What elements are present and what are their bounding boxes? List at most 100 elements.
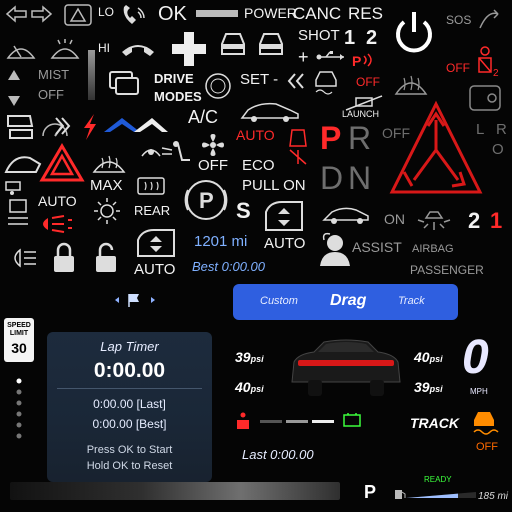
sun-icon (94, 198, 120, 224)
seatbelt-warning-icon: 2 (478, 46, 499, 79)
parking-sensor-off-icon: P (352, 53, 372, 69)
off-red-p-label: OFF (356, 75, 380, 89)
tire-rl-unit: psi (250, 384, 264, 394)
mist-label: MIST (38, 67, 70, 82)
auto-w2-label: AUTO (264, 235, 306, 252)
max-label: MAX (90, 177, 123, 194)
lap-title: Lap Timer (100, 339, 159, 354)
speed-limit-sign: SPEED LIMIT 30 (4, 318, 34, 362)
vehicle-front-2-icon (259, 33, 283, 55)
p-big-label: P (320, 120, 342, 156)
shift-lights-bar (260, 420, 334, 423)
track-label: TRACK (410, 415, 459, 431)
svg-text:P: P (352, 53, 361, 69)
stability-triangle-icon (389, 100, 483, 194)
power-button-icon[interactable] (392, 10, 436, 58)
speed-value: 0 (462, 331, 489, 384)
lap-timer-panel: Lap Timer 0:00.00 0:00.00 [Last] 0:00.00… (47, 332, 212, 482)
phone-icon (123, 5, 145, 24)
num-one: 1 (344, 27, 356, 49)
unlock-icon[interactable] (94, 242, 118, 274)
lap-last: 0:00.00 [Last] (93, 397, 166, 411)
tire-rl: 40psi (235, 380, 264, 394)
tire-fr: 40psi (414, 350, 443, 364)
tire-fr-value: 40 (414, 349, 430, 365)
drive-modes-label-2: MODES (154, 89, 202, 104)
bottom-light-bar (10, 482, 340, 500)
last-lap: Last 0:00.00 (242, 447, 314, 462)
svg-text:2: 2 (493, 68, 499, 79)
speed-limit-line1: SPEED (7, 322, 31, 329)
seat-airflow-icon (161, 141, 190, 161)
rear-defrost-icon (137, 177, 165, 195)
wiper-icon (6, 45, 36, 59)
chevron-right-double-icon (55, 117, 71, 135)
turn-signal-left-icon (5, 5, 27, 23)
seatbelt-off-icon (289, 129, 307, 165)
rear-label: REAR (134, 203, 171, 218)
traction-control-icon (473, 412, 499, 435)
chevron-right-icon[interactable] (149, 296, 157, 304)
mode-custom[interactable]: Custom (260, 295, 298, 307)
num-two: 2 (366, 27, 378, 49)
window-auto-icon[interactable] (134, 226, 178, 260)
lap-hint-start: Press OK to Start (86, 444, 173, 456)
off-sm-label: OFF (446, 61, 470, 75)
lap-best: 0:00.00 [Best] (92, 417, 167, 431)
page-dots-icon[interactable] (14, 378, 24, 440)
divider-bar (196, 10, 238, 17)
car-rear-icon (291, 339, 401, 396)
auto-w-label: AUTO (38, 193, 77, 209)
s-big-label: S (236, 198, 251, 223)
lap-time: 0:00.00 (93, 359, 166, 382)
sos-label: SOS (446, 13, 472, 27)
sos-arrow-icon (479, 9, 499, 29)
defrost-max-icon (92, 155, 126, 173)
eco-label: ECO (242, 157, 275, 174)
lock-icon[interactable] (52, 242, 76, 274)
hazard-warning-icon[interactable] (39, 143, 85, 182)
canc-label: CANC (293, 4, 342, 23)
d-big-label: D (320, 160, 344, 196)
window-up-down-icon[interactable] (262, 198, 306, 234)
tire-fl: 39psi (235, 350, 264, 364)
engine-start-icon[interactable] (204, 72, 232, 100)
airbag-label: AIRBAG (412, 243, 454, 255)
hang-up-icon (122, 45, 154, 56)
r-letter: R (496, 121, 507, 138)
tire-rr-unit: psi (429, 384, 443, 394)
car-side-icon (322, 207, 369, 224)
shot-label: SHOT (298, 27, 340, 44)
auto-w3-label: AUTO (134, 261, 176, 278)
chevron-left-icon[interactable] (113, 296, 121, 304)
range-bar (406, 492, 476, 498)
fan-airflow-icon (141, 149, 161, 157)
vehicle-front-icon (221, 33, 245, 55)
o-letter: O (492, 141, 504, 158)
res-label: RES (348, 4, 383, 23)
seatbelt-warning-small-icon (237, 412, 249, 429)
flag-icon (128, 294, 139, 307)
drive-mode-selector[interactable]: Custom Drag Track (233, 284, 458, 320)
plus-small: + (298, 47, 309, 67)
r-big-label: R (348, 120, 372, 156)
speed-limit-value: 30 (11, 340, 27, 356)
hi-label: HI (98, 41, 110, 55)
mode-drag[interactable]: Drag (330, 292, 366, 310)
traction-off-icon (315, 71, 337, 95)
on-label: ON (384, 211, 405, 227)
speed-limit-line2: LIMIT (9, 330, 29, 337)
fog-light-icon (43, 215, 72, 233)
launch-label: LAUNCH (342, 109, 380, 119)
mode-track[interactable]: Track (398, 295, 425, 307)
ac-label: A/C (188, 107, 219, 127)
hazard-icon (64, 4, 92, 26)
lo-label: LO (98, 5, 115, 19)
tc-off-label: OFF (476, 441, 498, 453)
driver-assist-icon (320, 232, 350, 266)
fan-icon (202, 134, 224, 156)
tire-pressure-icon (8, 199, 28, 225)
parking-brake-icon: P (184, 180, 228, 220)
off-mist-label: OFF (38, 87, 64, 102)
tire-fl-value: 39 (235, 349, 251, 365)
